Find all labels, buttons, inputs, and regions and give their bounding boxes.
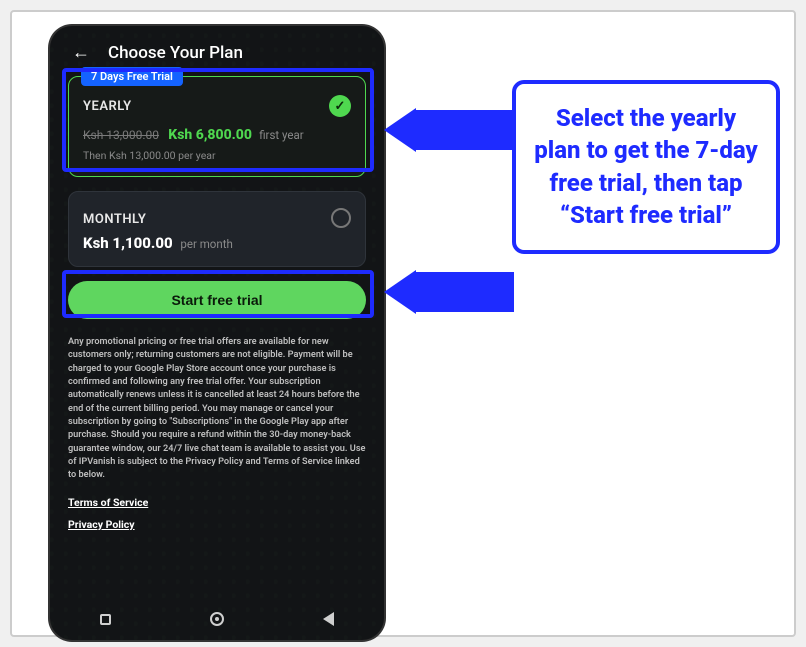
yearly-price-line: Ksh 13,000.00 Ksh 6,800.00 first year: [83, 127, 351, 143]
nav-recent-icon[interactable]: [100, 614, 111, 625]
plan-name-monthly: MONTHLY: [83, 212, 146, 227]
terms-of-service-link[interactable]: Terms of Service: [68, 496, 148, 509]
arrow-head-icon: [384, 108, 416, 152]
yearly-price: Ksh 6,800.00: [168, 127, 252, 143]
android-nav-bar: [50, 604, 384, 634]
plan-name-yearly: YEARLY: [83, 99, 132, 114]
back-icon[interactable]: ←: [68, 40, 94, 66]
yearly-price-suffix: first year: [259, 128, 303, 142]
plan-card-yearly[interactable]: 7 Days Free Trial YEARLY ✓ Ksh 13,000.00…: [68, 76, 366, 177]
plan-card-monthly[interactable]: MONTHLY Ksh 1,100.00 per month: [68, 191, 366, 267]
arrow-shaft: [414, 110, 514, 150]
start-free-trial-button[interactable]: Start free trial: [68, 281, 366, 319]
phone-screen: ← Choose Your Plan 7 Days Free Trial YEA…: [50, 26, 384, 640]
annotation-arrow-1: [384, 108, 514, 152]
arrow-head-icon: [384, 270, 416, 314]
callout-text: Select the yearly plan to get the 7-day …: [532, 102, 760, 232]
legal-text: Any promotional pricing or free trial of…: [68, 335, 366, 482]
yearly-original-price: Ksh 13,000.00: [83, 128, 159, 142]
screenshot-frame: ← Choose Your Plan 7 Days Free Trial YEA…: [10, 10, 796, 637]
nav-home-icon[interactable]: [210, 612, 224, 626]
page-title: Choose Your Plan: [108, 43, 243, 63]
monthly-price-line: Ksh 1,100.00 per month: [83, 234, 351, 252]
privacy-policy-link[interactable]: Privacy Policy: [68, 518, 366, 531]
nav-back-icon[interactable]: [323, 612, 334, 626]
annotation-arrow-2: [384, 270, 514, 314]
selected-check-icon: ✓: [329, 95, 351, 117]
monthly-price-suffix: per month: [180, 237, 232, 251]
radio-unselected-icon: [331, 208, 351, 228]
trial-badge: 7 Days Free Trial: [81, 67, 183, 86]
monthly-price: Ksh 1,100.00: [83, 234, 173, 252]
top-bar: ← Choose Your Plan: [68, 40, 366, 66]
arrow-shaft: [414, 272, 514, 312]
annotation-callout: Select the yearly plan to get the 7-day …: [512, 80, 780, 254]
yearly-renewal: Then Ksh 13,000.00 per year: [83, 149, 351, 162]
